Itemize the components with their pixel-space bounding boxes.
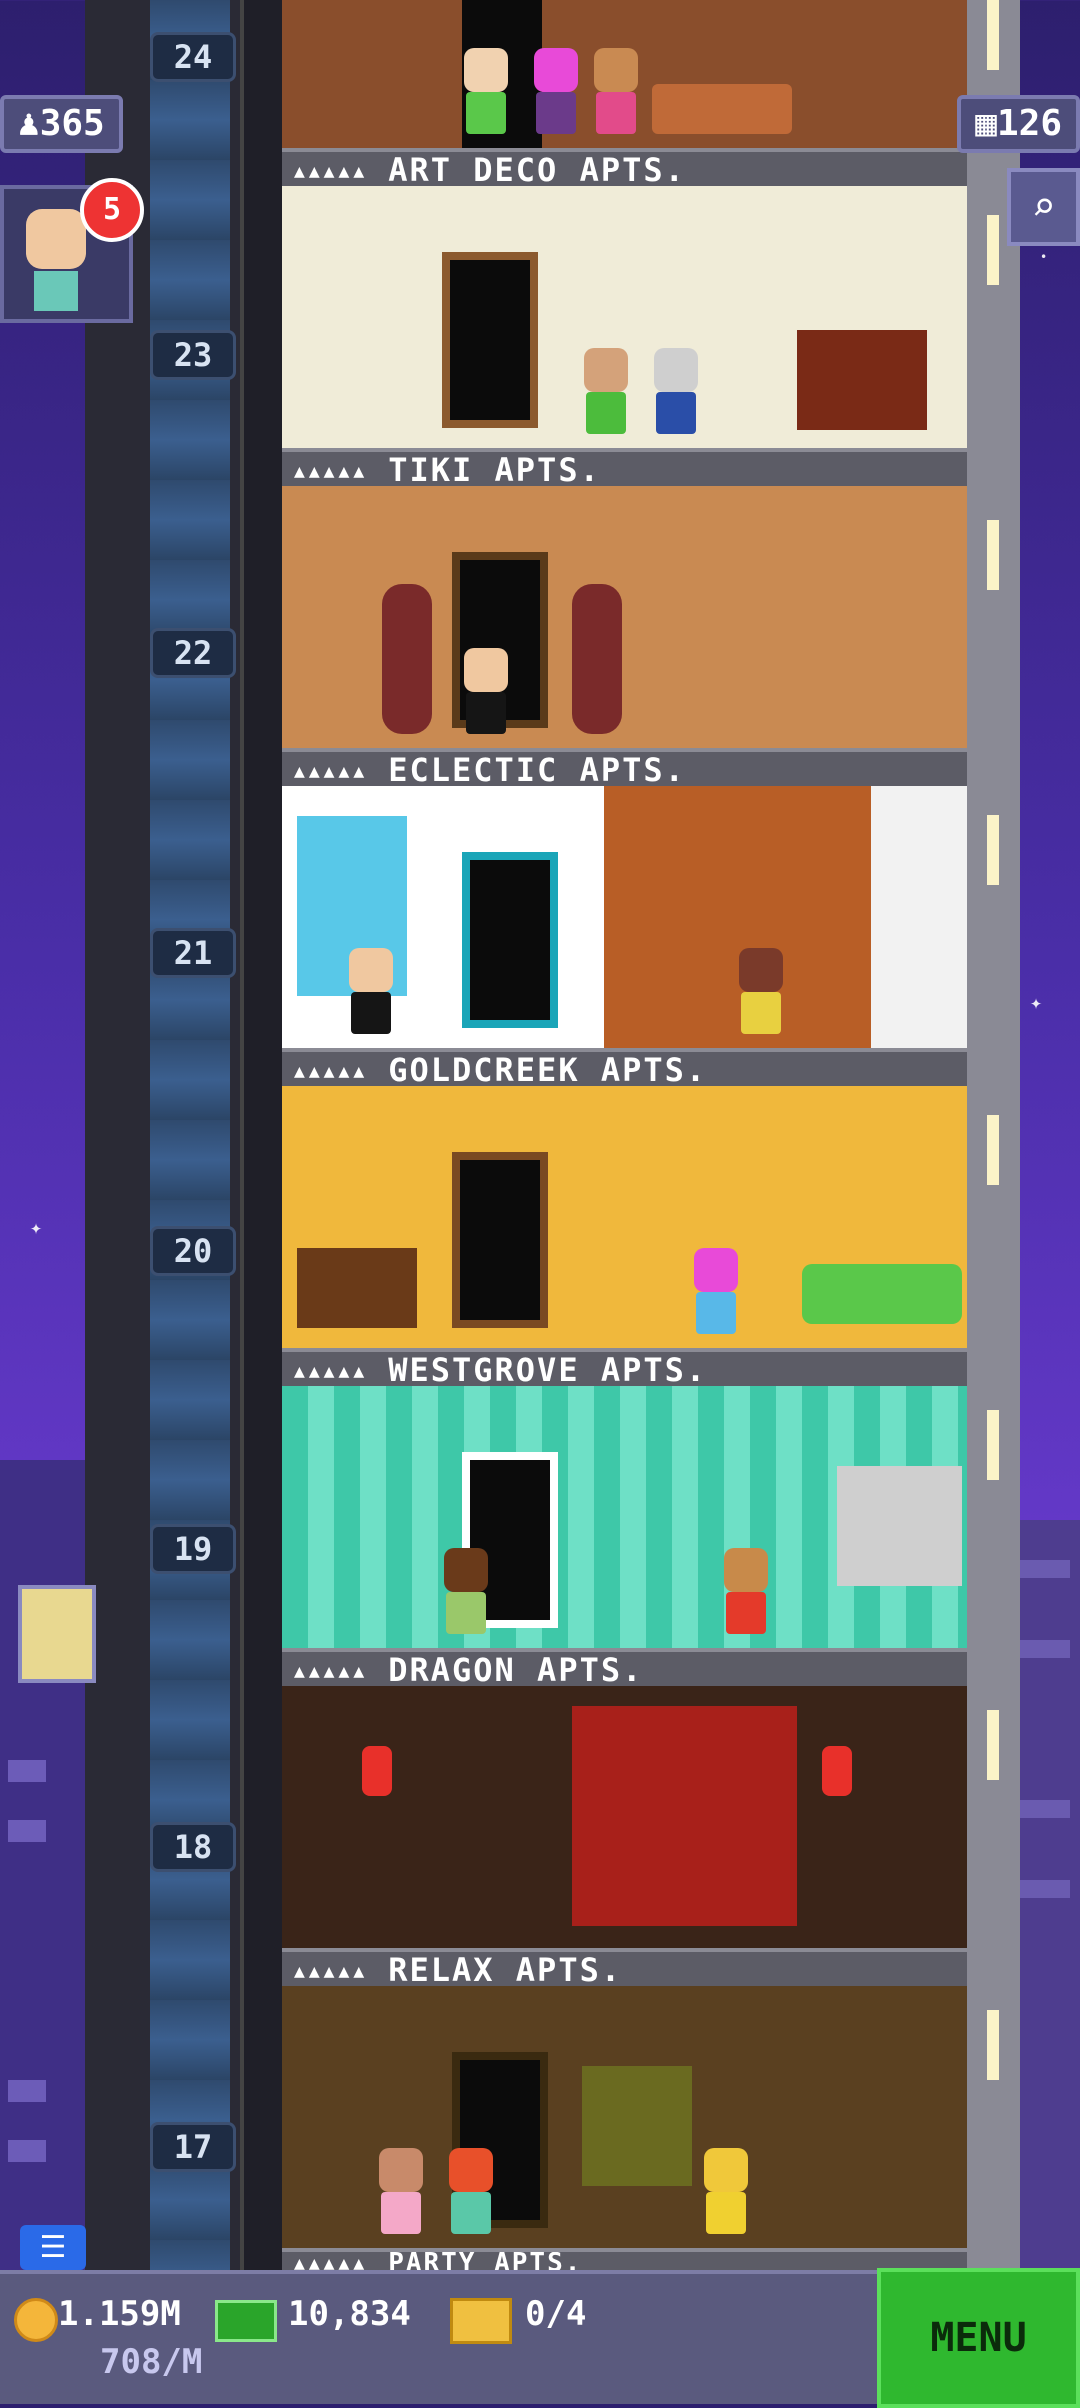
floor-counter[interactable]: ▦126: [957, 95, 1080, 153]
floor-name: WESTGROVE APTS.: [388, 1351, 708, 1389]
floor-name: ECLECTIC APTS.: [388, 751, 686, 789]
resident[interactable]: [447, 2148, 495, 2234]
floor-number: 21: [150, 928, 236, 978]
menu-button[interactable]: MENU: [877, 2268, 1080, 2408]
room-eclectic[interactable]: [282, 486, 967, 748]
floor-name: GOLDCREEK APTS.: [388, 1051, 708, 1089]
rating-stars: ▲▲▲▲▲: [294, 1061, 369, 1082]
floor-name: RELAX APTS.: [388, 1951, 623, 1989]
room-tiki[interactable]: [282, 186, 967, 448]
resident[interactable]: [442, 1548, 490, 1634]
floor-label-goldcreek[interactable]: ▲▲▲▲▲ GOLDCREEK APTS.: [282, 1048, 967, 1088]
room-party[interactable]: [282, 1986, 967, 2248]
room-art-deco[interactable]: [282, 0, 967, 148]
tiki-statue: [572, 584, 622, 734]
resident[interactable]: [702, 2148, 750, 2234]
room-goldcreek[interactable]: [282, 786, 967, 1048]
tv: [297, 1248, 417, 1328]
star-icon: •: [1040, 250, 1048, 264]
rating-stars: ▲▲▲▲▲: [294, 761, 369, 782]
dragon-tapestry: [572, 1706, 797, 1926]
resident[interactable]: [592, 48, 640, 134]
floor-label-eclectic[interactable]: ▲▲▲▲▲ ECLECTIC APTS.: [282, 748, 967, 788]
tiki-statue: [382, 584, 432, 734]
floor-label-art-deco[interactable]: ▲▲▲▲▲ ART DECO APTS.: [282, 148, 967, 188]
sofa: [802, 1264, 962, 1324]
building-icon: ▦: [975, 103, 997, 144]
rating-stars: ▲▲▲▲▲: [294, 1661, 369, 1682]
floor-label-tiki[interactable]: ▲▲▲▲▲ TIKI APTS.: [282, 448, 967, 488]
tickets-value: 0/4: [525, 2294, 587, 2334]
room-dragon[interactable]: [282, 1386, 967, 1648]
star-icon: ✦: [1030, 990, 1043, 1014]
rating-stars: ▲▲▲▲▲: [294, 1361, 369, 1382]
bux-value: 10,834: [288, 2294, 411, 2334]
floor-name: DRAGON APTS.: [388, 1651, 644, 1689]
chat-icon[interactable]: ☰: [20, 2225, 86, 2270]
resident[interactable]: [692, 1248, 740, 1334]
population-counter[interactable]: ♟365: [0, 95, 123, 153]
floor-number: 24: [150, 32, 236, 82]
resident[interactable]: [582, 348, 630, 434]
floor-number: 19: [150, 1524, 236, 1574]
resident[interactable]: [347, 948, 395, 1034]
fries-icon[interactable]: [18, 1585, 96, 1683]
door: [452, 1152, 548, 1328]
rating-stars: ▲▲▲▲▲: [294, 1961, 369, 1982]
shaft-edge: [240, 0, 284, 2270]
room-relax[interactable]: [282, 1686, 967, 1948]
door: [442, 252, 538, 428]
coins-value: 1.159M: [58, 2294, 181, 2334]
coin-rate: 708/M: [100, 2342, 203, 2382]
bux-icon: [215, 2300, 277, 2342]
resident[interactable]: [462, 648, 510, 734]
floor-name: ART DECO APTS.: [388, 151, 686, 189]
floor-label-relax[interactable]: ▲▲▲▲▲ RELAX APTS.: [282, 1948, 967, 1988]
ticket-icon: [450, 2298, 512, 2344]
tower-right-wall: [965, 0, 1020, 2270]
search-icon[interactable]: ⌕: [1007, 168, 1080, 246]
resident[interactable]: [462, 48, 510, 134]
resident[interactable]: [722, 1548, 770, 1634]
resident[interactable]: [737, 948, 785, 1034]
floor-number: 20: [150, 1226, 236, 1276]
sofa: [652, 84, 792, 134]
resident[interactable]: [652, 348, 700, 434]
coin-icon: [14, 2298, 58, 2342]
floor-label-westgrove[interactable]: ▲▲▲▲▲ WESTGROVE APTS.: [282, 1348, 967, 1388]
rating-stars: ▲▲▲▲▲: [294, 461, 369, 482]
floor-number: 23: [150, 330, 236, 380]
room-westgrove[interactable]: [282, 1086, 967, 1348]
lantern: [362, 1746, 392, 1796]
floor-label-dragon[interactable]: ▲▲▲▲▲ DRAGON APTS.: [282, 1648, 967, 1688]
floor-name: TIKI APTS.: [388, 451, 601, 489]
person-icon: ♟: [18, 103, 40, 144]
door: [462, 852, 558, 1028]
notification-badge: 5: [80, 178, 144, 242]
lantern: [822, 1746, 852, 1796]
star-icon: ✦: [30, 1215, 43, 1239]
resident[interactable]: [377, 2148, 425, 2234]
rating-stars: ▲▲▲▲▲: [294, 161, 369, 182]
population-value: 365: [39, 103, 105, 144]
visitor-body: [34, 271, 78, 311]
floor-count-value: 126: [996, 103, 1062, 144]
floor-number: 18: [150, 1822, 236, 1872]
resident[interactable]: [532, 48, 580, 134]
floor-number: 22: [150, 628, 236, 678]
fireplace: [797, 330, 927, 430]
fridge: [837, 1466, 962, 1586]
floor-number: 17: [150, 2122, 236, 2172]
wall-panel: [582, 2066, 692, 2186]
visitor-avatar: [26, 209, 86, 269]
